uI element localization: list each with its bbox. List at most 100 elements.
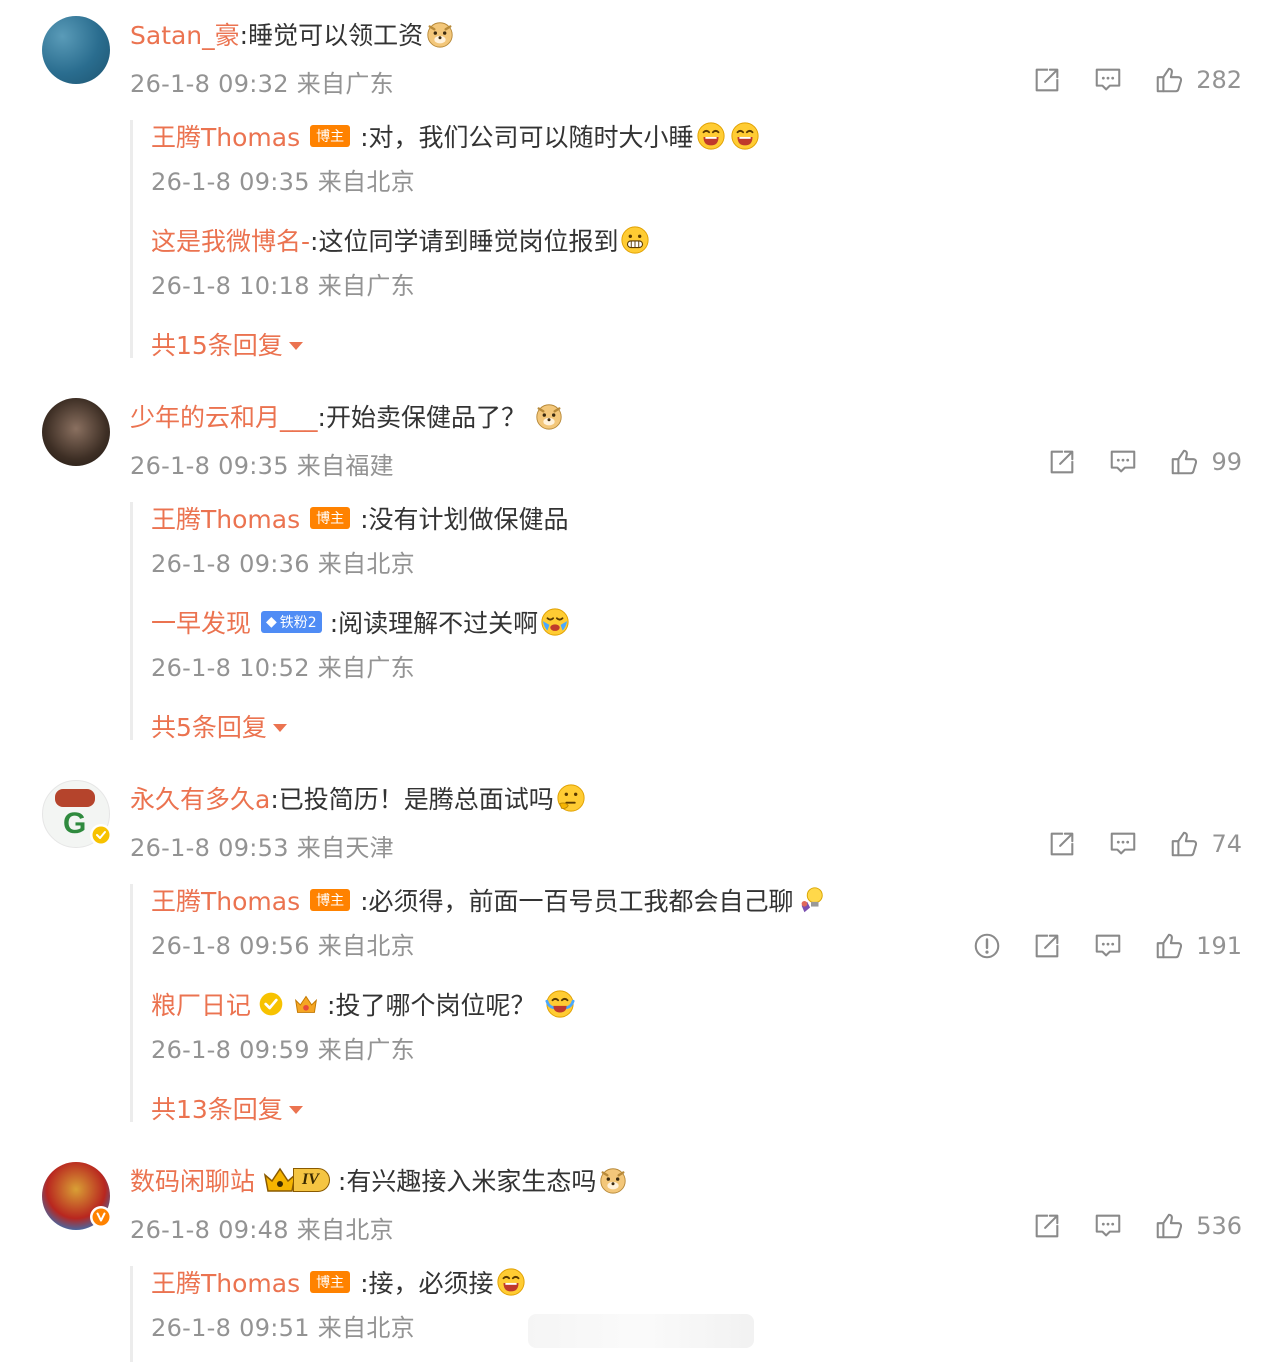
comment-icon [1092, 931, 1124, 961]
like-icon [1169, 829, 1199, 859]
reply-username[interactable]: 粮厂日记 [151, 986, 251, 1022]
member-badge: IV [263, 1165, 330, 1195]
reply-text: :这位同学请到睡觉岗位报到 [310, 227, 619, 256]
report-button[interactable] [972, 931, 1002, 961]
blogger-tag: 博主 [310, 1271, 351, 1293]
tears-emoji-icon [545, 989, 575, 1019]
more-replies-label: 共15条回复 [151, 331, 283, 360]
reply-actions: 191 [942, 926, 1242, 966]
reply-username[interactable]: 王腾Thomas [151, 118, 300, 154]
blogger-tag: 博主 [310, 125, 351, 147]
crown-icon [263, 1167, 297, 1192]
comments-page: { "comments": [ { "username": "Satan_豪",… [0, 0, 1280, 1362]
reply-thread: 王腾Thomas 博主 :必须得，前面一百号员工我都会自己聊 26-1-8 09… [130, 884, 133, 1124]
reply-text: :投了哪个岗位呢？ [327, 991, 536, 1020]
reply-item: 这是我微博名- :这位同学请到睡觉岗位报到 26-1-8 10:18 来自广东 [151, 220, 650, 301]
comment-username[interactable]: 永久有多久a [130, 780, 270, 816]
reply-item: 一早发现 ◆ 铁粉2 :阅读理解不过关啊 26-1-8 10:52 来自广东 [151, 602, 570, 683]
fan-badge-label: 铁粉2 [279, 615, 317, 631]
laugh-emoji-icon [496, 1267, 526, 1297]
crown-badge-icon [295, 995, 318, 1013]
reply-thread: 王腾Thomas 博主 :没有计划做保健品 26-1-8 09:36 来自北京 … [130, 502, 133, 742]
comment-icon [1107, 447, 1139, 477]
reply-item: 王腾Thomas 博主 :必须得，前面一百号员工我都会自己聊 26-1-8 09… [151, 880, 826, 961]
more-replies-label: 共13条回复 [151, 1095, 283, 1124]
fan-badge: ◆ 铁粉2 [261, 611, 322, 633]
reply-username[interactable]: 一早发现 [151, 604, 251, 640]
comment-button[interactable] [1107, 829, 1139, 859]
like-button[interactable]: 74 [1169, 829, 1242, 859]
comment-username[interactable]: 少年的云和月___ [130, 398, 318, 434]
share-icon [1032, 65, 1062, 95]
avatar[interactable] [42, 16, 110, 84]
avatar[interactable]: G [42, 780, 112, 848]
reply-text: :接，必须接 [360, 1269, 494, 1298]
comment-icon [1092, 1211, 1124, 1241]
like-count: 74 [1211, 830, 1242, 858]
share-button[interactable] [1032, 1211, 1062, 1241]
reply-meta: 26-1-8 09:51 来自北京 [151, 1314, 415, 1342]
more-replies-link[interactable]: 共5条回复 [151, 708, 287, 744]
grin-emoji-icon [620, 225, 650, 255]
comment-actions: 282 [1002, 60, 1242, 100]
laugh-emoji-icon [696, 121, 726, 151]
like-icon [1154, 65, 1184, 95]
like-count: 191 [1196, 932, 1242, 960]
like-button[interactable]: 536 [1154, 1211, 1242, 1241]
comment-actions: 99 [1017, 442, 1242, 482]
comment-meta: 26-1-8 09:48 来自北京 [130, 1216, 394, 1244]
reply-meta: 26-1-8 09:59 来自广东 [151, 1036, 415, 1064]
comment-button[interactable] [1092, 65, 1124, 95]
reply-meta: 26-1-8 09:36 来自北京 [151, 550, 415, 578]
comment-button[interactable] [1107, 447, 1139, 477]
think-emoji-icon [556, 783, 586, 813]
reply-username[interactable]: 王腾Thomas [151, 500, 300, 536]
comment-username[interactable]: 数码闲聊站 [130, 1162, 255, 1198]
comment-button[interactable] [1092, 931, 1124, 961]
share-icon [1047, 447, 1077, 477]
reply-text: :阅读理解不过关啊 [329, 609, 539, 638]
diamond-icon: ◆ [266, 614, 277, 630]
reply-meta: 26-1-8 10:18 来自广东 [151, 272, 415, 300]
reply-username[interactable]: 王腾Thomas [151, 1264, 300, 1300]
bulb-emoji-icon [796, 885, 826, 915]
comment-username[interactable]: Satan_豪 [130, 16, 240, 52]
share-button[interactable] [1032, 931, 1062, 961]
like-button[interactable]: 99 [1169, 447, 1242, 477]
reply-thread: 王腾Thomas 博主 :对，我们公司可以随时大小睡 26-1-8 09:35 … [130, 120, 133, 360]
like-button[interactable]: 191 [1154, 931, 1242, 961]
share-button[interactable] [1047, 829, 1077, 859]
verified-icon [259, 992, 283, 1016]
share-button[interactable] [1047, 447, 1077, 477]
more-replies-link[interactable]: 共13条回复 [151, 1090, 303, 1126]
share-icon [1032, 1211, 1062, 1241]
avatar[interactable] [42, 1162, 112, 1230]
caret-down-icon [272, 723, 287, 732]
reply-username[interactable]: 王腾Thomas [151, 882, 300, 918]
comment-actions: 536 [1002, 1206, 1242, 1246]
reply-username[interactable]: 这是我微博名- [151, 222, 310, 258]
avatar[interactable] [42, 398, 110, 466]
more-replies-link[interactable]: 共15条回复 [151, 326, 303, 362]
laugh-emoji-icon [730, 121, 760, 151]
reply-text: :对，我们公司可以随时大小睡 [360, 123, 694, 152]
like-button[interactable]: 282 [1154, 65, 1242, 95]
caret-down-icon [288, 341, 303, 350]
doge-emoji-icon [534, 401, 564, 431]
comment-icon [1107, 829, 1139, 859]
like-icon [1169, 447, 1199, 477]
share-button[interactable] [1032, 65, 1062, 95]
cry-emoji-icon [540, 607, 570, 637]
comment-meta: 26-1-8 09:35 来自福建 [130, 452, 394, 480]
doge-emoji-icon [425, 19, 455, 49]
doge-emoji-icon [598, 1165, 628, 1195]
like-count: 282 [1196, 66, 1242, 94]
like-count: 99 [1211, 448, 1242, 476]
blogger-tag: 博主 [310, 507, 351, 529]
reply-text: :没有计划做保健品 [360, 505, 569, 534]
comment-button[interactable] [1092, 1211, 1124, 1241]
comment-icon [1092, 65, 1124, 95]
comment-text: :已投简历！是腾总面试吗 [270, 785, 554, 814]
comment-text: :有兴趣接入米家生态吗 [337, 1167, 597, 1196]
reply-meta: 26-1-8 09:35 来自北京 [151, 168, 415, 196]
